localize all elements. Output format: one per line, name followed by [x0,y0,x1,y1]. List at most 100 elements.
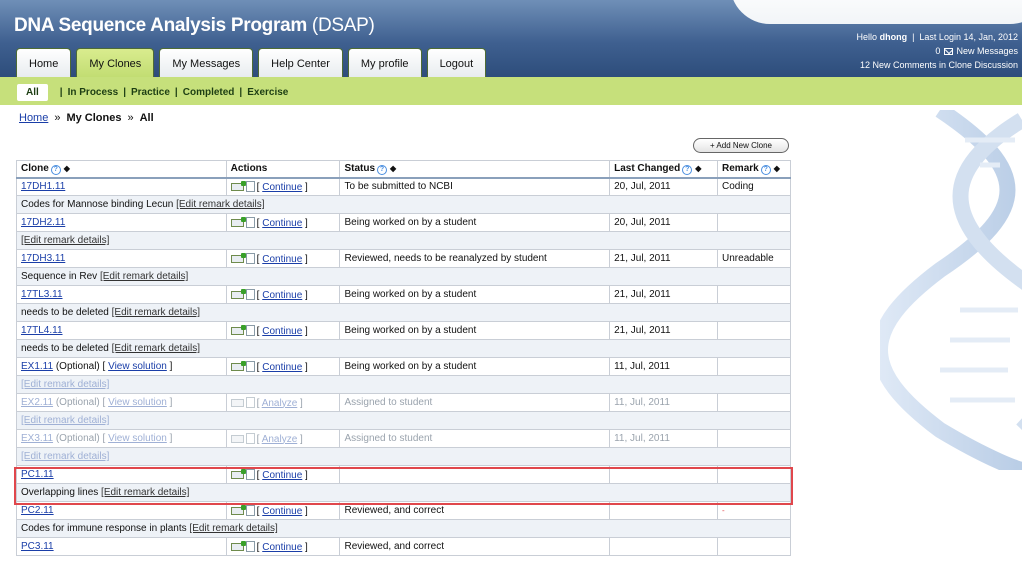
action-link[interactable]: Continue [262,254,302,265]
view-solution-link[interactable]: View solution [108,433,167,444]
clone-link[interactable]: PC1.11 [21,469,54,480]
action-link[interactable]: Continue [262,362,302,373]
sort-icon[interactable]: ◆ [64,164,70,173]
help-icon[interactable]: ? [682,164,693,175]
edit-remark-link[interactable]: [Edit remark details] [112,343,200,354]
cell-last-changed: 21, Jul, 2011 [609,285,719,304]
document-icon[interactable] [245,468,255,480]
subnav-in-process[interactable]: In Process [68,87,119,98]
action-link[interactable]: Continue [262,218,302,229]
document-icon[interactable] [245,504,255,516]
message-icon[interactable] [230,252,246,263]
clone-link[interactable]: 17DH2.11 [21,217,65,228]
document-icon[interactable] [245,324,255,336]
document-icon[interactable] [245,432,255,444]
header-remark[interactable]: Remark? ◆ [717,160,791,179]
document-icon[interactable] [245,252,255,264]
message-icon[interactable] [230,398,244,407]
document-icon[interactable] [245,360,255,372]
app-title-main: DNA Sequence Analysis Program [14,15,307,36]
message-icon[interactable] [230,288,246,299]
cell-status: Reviewed, and correct [339,501,611,520]
document-icon[interactable] [245,540,255,552]
subnav-exercise[interactable]: Exercise [247,87,288,98]
edit-remark-link[interactable]: [Edit remark details] [21,235,109,246]
sort-icon[interactable]: ◆ [774,164,780,173]
message-icon[interactable] [230,360,246,371]
table-row: PC3.11 [ Continue ] Reviewed, and correct [16,537,791,556]
clone-link[interactable]: 17TL4.11 [21,325,63,336]
tab-help-center[interactable]: Help Center [258,48,343,77]
edit-remark-link[interactable]: [Edit remark details] [21,451,109,462]
message-icon[interactable] [230,434,244,443]
help-icon[interactable]: ? [760,164,771,175]
action-link[interactable]: Continue [262,326,302,337]
breadcrumb-sep: » [54,112,61,124]
tab-my-profile[interactable]: My profile [347,48,422,77]
message-icon[interactable] [230,468,246,479]
clone-link[interactable]: EX3.11 [21,433,53,444]
cell-remark-note: Sequence in Rev [Edit remark details] [16,267,791,286]
edit-remark-link[interactable]: [Edit remark details] [112,307,200,318]
clone-link[interactable]: PC3.11 [21,541,54,552]
subnav-practice[interactable]: Practice [131,87,170,98]
cell-status [339,465,611,484]
message-icon[interactable] [230,540,246,551]
action-link[interactable]: Continue [262,182,302,193]
sort-icon[interactable]: ◆ [695,164,701,173]
cell-actions: [ Continue ] [225,249,341,268]
subnav-separator: | [59,87,63,98]
clone-link[interactable]: 17DH3.11 [21,253,65,264]
clone-link[interactable]: 17TL3.11 [21,289,63,300]
subnav-completed[interactable]: Completed [183,87,235,98]
sort-icon[interactable]: ◆ [390,164,396,173]
tab-home[interactable]: Home [16,48,72,77]
tab-logout[interactable]: Logout [426,48,487,77]
edit-remark-link[interactable]: [Edit remark details] [21,379,109,390]
document-icon[interactable] [245,396,255,408]
action-link[interactable]: Continue [262,470,302,481]
remark-row: [Edit remark details] [16,411,791,430]
add-new-clone-button[interactable]: + Add New Clone [693,138,789,153]
help-icon[interactable]: ? [50,164,61,175]
action-link[interactable]: Continue [262,290,302,301]
header-last-changed[interactable]: Last Changed? ◆ [609,160,719,179]
action-link[interactable]: Continue [262,542,302,553]
document-icon[interactable] [245,180,255,192]
clone-link[interactable]: 17DH1.11 [21,181,65,192]
action-link[interactable]: Analyze [262,398,298,409]
edit-remark-link[interactable]: [Edit remark details] [176,199,264,210]
clone-link[interactable]: EX2.11 [21,397,53,408]
clone-link[interactable]: PC2.11 [21,505,54,516]
tab-my-messages[interactable]: My Messages [159,48,254,77]
action-link[interactable]: Continue [262,506,302,517]
table-row: EX1.11 (Optional) [ View solution ][ Con… [16,357,791,376]
message-icon[interactable] [230,324,246,335]
remark-row: [Edit remark details] [16,231,791,250]
clone-link[interactable]: EX1.11 [21,361,53,372]
remark-note: Codes for Mannose binding Lecun [21,199,174,210]
edit-remark-link[interactable]: [Edit remark details] [100,271,188,282]
username: dhong [879,32,908,42]
edit-remark-link[interactable]: [Edit remark details] [101,487,189,498]
edit-remark-link[interactable]: [Edit remark details] [189,523,277,534]
header-status[interactable]: Status? ◆ [339,160,611,179]
new-comments-link[interactable]: 12 New Comments in Clone Discussion [857,58,1018,72]
action-link[interactable]: Analyze [262,434,298,445]
new-messages-link[interactable]: 0 New Messages [857,44,1018,58]
document-icon[interactable] [245,216,255,228]
message-icon[interactable] [230,216,246,227]
document-icon[interactable] [245,288,255,300]
tab-my-clones[interactable]: My Clones [76,48,155,77]
main-tabs: Home My Clones My Messages Help Center My pr… [16,48,487,77]
view-solution-link[interactable]: View solution [108,397,167,408]
cell-clone: EX2.11 (Optional) [ View solution ] [16,393,227,412]
message-icon[interactable] [230,180,246,191]
message-icon[interactable] [230,504,246,515]
view-solution-link[interactable]: View solution [108,361,167,372]
breadcrumb-home[interactable]: Home [19,112,48,124]
subnav-all[interactable]: All [17,84,48,101]
help-icon[interactable]: ? [377,164,388,175]
header-clone[interactable]: Clone? ◆ [16,160,227,179]
edit-remark-link[interactable]: [Edit remark details] [21,415,109,426]
